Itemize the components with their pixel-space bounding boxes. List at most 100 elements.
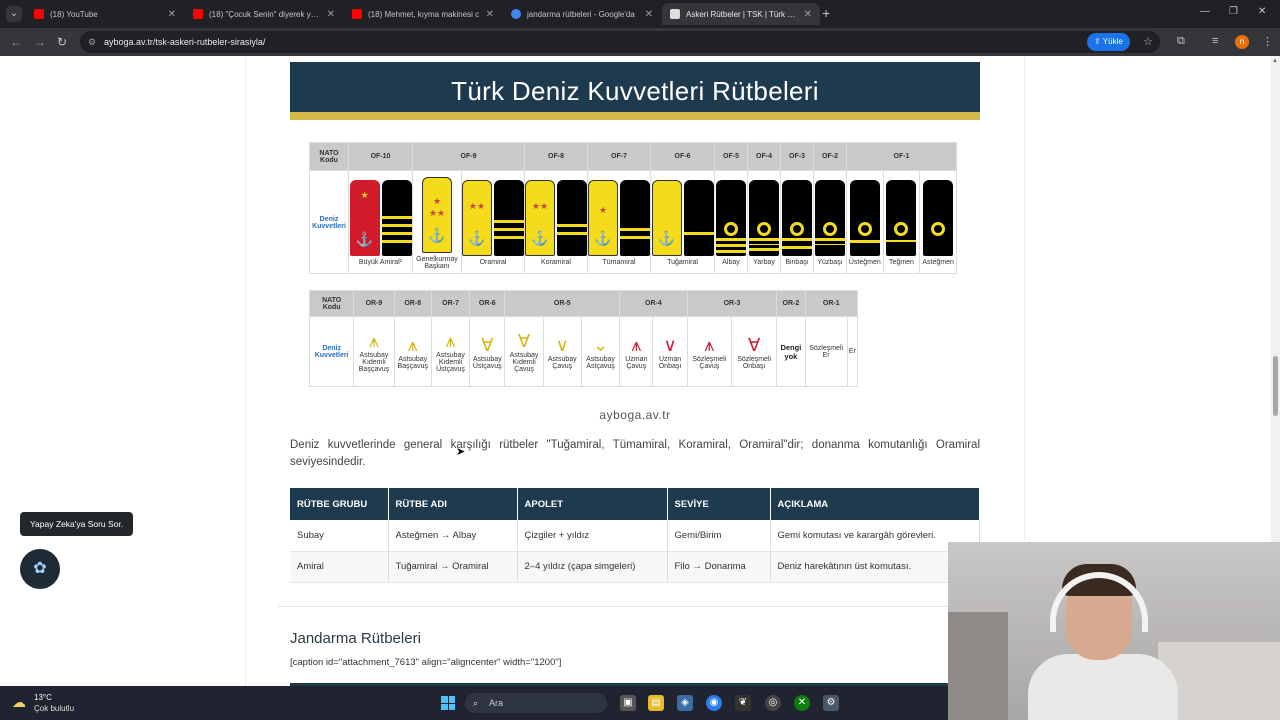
- weather-condition[interactable]: Çok bulutlu: [34, 704, 74, 713]
- close-icon[interactable]: ✕: [327, 9, 335, 20]
- settings-icon[interactable]: ⚙: [823, 695, 839, 711]
- weather-cloud-icon[interactable]: ☁: [12, 694, 26, 711]
- close-icon[interactable]: ✕: [168, 9, 176, 20]
- rank-name: Tümamiral: [602, 259, 636, 266]
- close-icon[interactable]: ✕: [645, 9, 653, 20]
- chevron-insignia-icon: ⌄: [592, 334, 609, 355]
- site-info-icon[interactable]: ⚙: [88, 31, 96, 53]
- chevron-insignia-icon: ⩚: [631, 334, 642, 355]
- app-icon[interactable]: ❦: [735, 695, 751, 711]
- rank-name: Teğmen: [889, 259, 914, 266]
- epaulette-icon: ★★ ⚓: [525, 180, 555, 256]
- rank-cell: Dengi yok: [776, 316, 806, 387]
- epaulette-icon: [815, 180, 845, 256]
- tab-youtube[interactable]: (18) YouTube ✕: [26, 3, 184, 25]
- shoulder-boards: [847, 180, 883, 256]
- tab-search-icon[interactable]: ⌄: [6, 6, 22, 22]
- app-icon[interactable]: ◎: [765, 695, 781, 711]
- minimize-icon[interactable]: —: [1200, 6, 1210, 17]
- shoulder-boards: [884, 180, 920, 256]
- ai-assistant-button[interactable]: ✿: [20, 549, 60, 589]
- rank-name: Er: [848, 348, 856, 355]
- nato-code-label: NATO Kodu: [309, 142, 349, 171]
- table-header-row: RÜTBE GRUBU RÜTBE ADI APOLET SEVİYE AÇIK…: [290, 488, 980, 520]
- rank-cell: ⩚ Astsubay Kıdemli Üstçavuş: [430, 316, 471, 387]
- new-tab-icon[interactable]: +: [822, 5, 830, 21]
- close-icon[interactable]: ✕: [804, 9, 812, 20]
- rank-name: Tuğamiral: [667, 259, 698, 266]
- webcam-overlay: [948, 542, 1280, 720]
- task-view-icon[interactable]: ▣: [620, 695, 636, 711]
- nato-code: OF-3: [780, 142, 814, 171]
- file-explorer-icon[interactable]: ▤: [648, 695, 664, 711]
- profile-avatar[interactable]: n: [1235, 35, 1249, 49]
- nato-code: OR-4: [619, 290, 688, 317]
- code-text: OF-6: [674, 153, 691, 160]
- epaulette-icon: ★★ ⚓: [462, 180, 492, 256]
- shoulder-boards: [920, 180, 956, 256]
- column-header: RÜTBE GRUBU: [290, 488, 389, 520]
- extensions-icon[interactable]: ⧉: [1177, 35, 1185, 48]
- back-icon[interactable]: ←: [10, 35, 22, 49]
- upload-label: Yükle: [1102, 37, 1123, 46]
- banner-title: Türk Deniz Kuvvetleri Rütbeleri: [451, 76, 819, 106]
- webcam-person-body: [1028, 654, 1178, 720]
- reading-list-icon[interactable]: ≡: [1212, 35, 1218, 47]
- shoulder-boards: ★ ★★ ⚓: [413, 176, 461, 253]
- code-text: OR-2: [782, 300, 800, 307]
- code-text: OR-7: [442, 300, 459, 307]
- chrome-icon[interactable]: ◉: [706, 695, 722, 711]
- table-row: Amiral Tuğamiral → Oramiral 2–4 yıldız (…: [290, 551, 980, 583]
- tab-title: Askeri Rütbeler | TSK | Türk Sila: [686, 9, 798, 19]
- shoulder-boards: [748, 180, 780, 256]
- officer-rank-grid: NATO Kodu OF-10 OF-9 OF-8 OF-7 OF-6 OF-5 …: [309, 142, 957, 274]
- scroll-up-icon[interactable]: ▲: [1272, 58, 1278, 64]
- forward-icon[interactable]: →: [34, 35, 46, 49]
- rank-cell: ★ ⚓ Büyük Amiral¹: [348, 170, 413, 274]
- scrollbar-thumb[interactable]: [1273, 356, 1278, 416]
- address-bar[interactable]: ⚙ ayboga.av.tr/tsk-askeri-rutbeler-siras…: [80, 31, 1160, 53]
- tab-mehmet[interactable]: (18) Mehmet, kıyma makinesi c ✕: [344, 3, 502, 25]
- column-header: APOLET: [517, 488, 668, 520]
- caption-shortcode: [caption id="attachment_7613" align="ali…: [290, 657, 562, 668]
- youtube-icon: [34, 9, 44, 19]
- nato-code-label: NATO Kodu: [308, 290, 355, 317]
- force-label-text: Kuvvetleri: [312, 223, 346, 230]
- xbox-icon[interactable]: ✕: [794, 695, 810, 711]
- rank-name: Genelkurmay Başkanı: [416, 255, 458, 270]
- rank-cell: ★ ★★ ⚓ Genelkurmay Başkanı: [412, 170, 462, 274]
- code-text: OR-5: [553, 300, 571, 307]
- tab-cocuk-senin[interactable]: (18) "Çocuk Senin" diyerek yılla ✕: [185, 3, 343, 25]
- code-text: OR-9: [365, 300, 383, 307]
- rank-name: Sözleşmeli Er: [809, 344, 844, 359]
- bookmark-star-icon[interactable]: ☆: [1143, 35, 1153, 48]
- nato-code: OR-9: [353, 290, 395, 317]
- rank-name: Yüzbaşı: [817, 259, 843, 266]
- shoulder-boards: ⚓: [651, 180, 714, 256]
- taskbar-search[interactable]: ⌕ Ara: [465, 693, 607, 713]
- restore-icon[interactable]: ❐: [1229, 6, 1238, 17]
- nato-code: OF-5: [714, 142, 748, 171]
- column-header: SEVİYE: [667, 488, 771, 520]
- url-text: ayboga.av.tr/tsk-askeri-rutbeler-sirasiy…: [104, 37, 266, 47]
- nato-code: OR-2: [776, 290, 806, 317]
- rank-cell: Sözleşmeli Er: [804, 316, 848, 387]
- code-text: OF-10: [370, 153, 391, 160]
- tab-askeri-rutbeler[interactable]: Askeri Rütbeler | TSK | Türk Sila ✕: [662, 3, 820, 25]
- weather-temp[interactable]: 13°C: [34, 693, 52, 702]
- close-window-icon[interactable]: ✕: [1258, 6, 1266, 17]
- close-icon[interactable]: ✕: [486, 9, 494, 20]
- store-icon[interactable]: ◈: [677, 695, 693, 711]
- epaulette-icon: [749, 180, 779, 256]
- table-cell: Subay: [290, 520, 389, 552]
- menu-icon[interactable]: ⋮: [1262, 35, 1273, 48]
- nato-code: OF-10: [348, 142, 413, 171]
- ai-tooltip: Yapay Zeka'ya Soru Sor.: [20, 512, 134, 536]
- upload-button[interactable]: ⇪ Yükle: [1087, 33, 1130, 51]
- windows-start-icon[interactable]: [441, 696, 455, 710]
- nato-code: OF-8: [524, 142, 588, 171]
- tab-google-search[interactable]: jandarma rütbeleri - Google'da ✕: [503, 3, 661, 25]
- browser-toolbar: ← → ↻ ⚙ ayboga.av.tr/tsk-askeri-rutbeler…: [0, 28, 1280, 56]
- search-label: Ara: [489, 698, 504, 708]
- reload-icon[interactable]: ↻: [57, 35, 67, 49]
